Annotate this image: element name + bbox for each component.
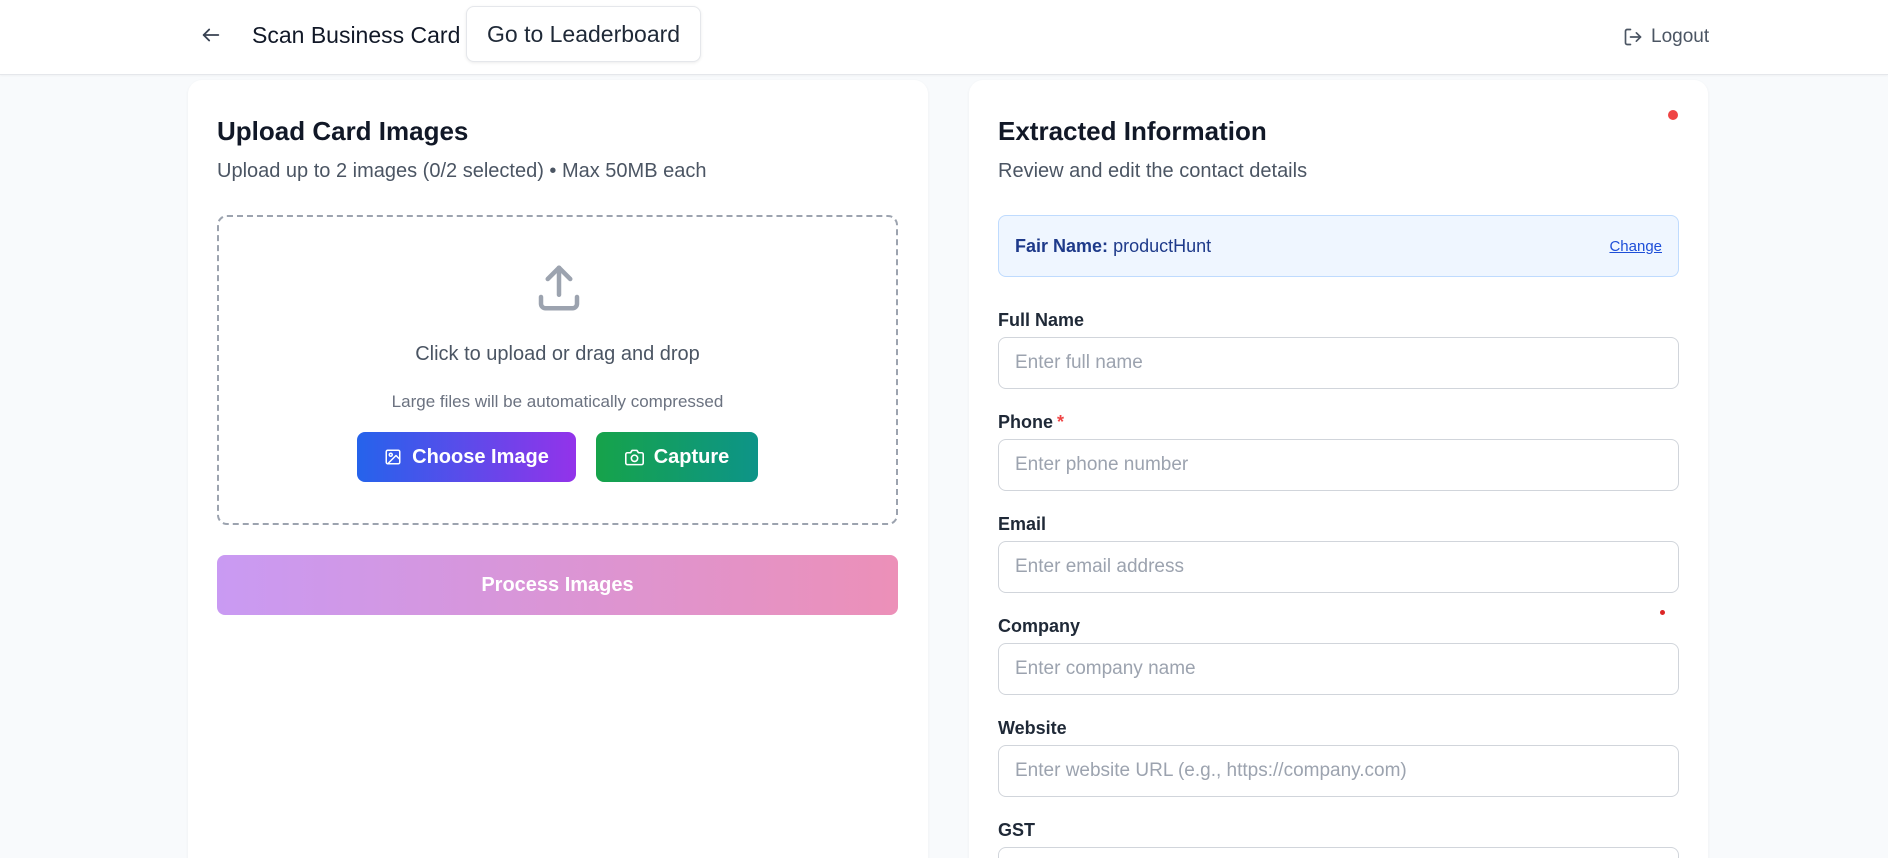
upload-icon: [538, 265, 580, 311]
indicator-dot: [1660, 610, 1665, 615]
dropzone-hint: Large files will be automatically compre…: [391, 392, 724, 411]
change-fair-link[interactable]: Change: [1609, 238, 1662, 255]
fair-name-value: productHunt: [1113, 236, 1212, 256]
phone-label: Phone *: [998, 412, 1064, 433]
website-input[interactable]: [998, 745, 1679, 797]
extracted-card-subtitle: Review and edit the contact details: [998, 160, 1308, 182]
full-name-label: Full Name: [998, 310, 1085, 330]
fair-name-text: Fair Name: productHunt: [1015, 236, 1211, 257]
upload-card-subtitle: Upload up to 2 images (0/2 selected) • M…: [217, 160, 707, 182]
logout-button[interactable]: Logout: [1623, 24, 1709, 50]
choose-image-button[interactable]: Choose Image: [357, 432, 576, 482]
logout-label: Logout: [1651, 26, 1710, 47]
go-to-leaderboard-button[interactable]: Go to Leaderboard: [466, 6, 702, 62]
upload-button-row: Choose Image Capture: [219, 432, 896, 482]
upload-card-title: Upload Card Images: [217, 116, 469, 146]
back-button[interactable]: [196, 20, 226, 50]
company-input[interactable]: [998, 643, 1679, 695]
gst-input[interactable]: [998, 847, 1679, 858]
dropzone-instruction: Click to upload or drag and drop: [415, 343, 700, 365]
full-name-input[interactable]: [998, 337, 1679, 389]
logout-icon: [1624, 28, 1642, 46]
process-images-button[interactable]: Process Images: [217, 555, 898, 615]
extracted-card-title: Extracted Information: [998, 116, 1267, 146]
email-label: Email: [998, 514, 1047, 534]
page-title: Scan Business Card: [252, 22, 461, 48]
fair-name-label: Fair Name:: [1015, 236, 1109, 256]
status-dot: [1668, 110, 1678, 120]
website-label: Website: [998, 718, 1067, 738]
company-label: Company: [998, 616, 1081, 636]
image-icon: [385, 449, 401, 465]
phone-input[interactable]: [998, 439, 1679, 491]
email-input[interactable]: [998, 541, 1679, 593]
phone-label-text: Phone: [998, 412, 1054, 432]
required-mark: *: [1057, 412, 1065, 432]
camera-icon: [624, 449, 644, 465]
capture-button[interactable]: Capture: [596, 432, 758, 482]
top-header: Scan Business Card Go to Leaderboard Log…: [0, 0, 1888, 75]
arrow-left-icon: [202, 28, 220, 42]
upload-dropzone[interactable]: Click to upload or drag and drop Large f…: [217, 215, 898, 525]
fair-name-banner: Fair Name: productHunt Change: [998, 215, 1679, 277]
choose-image-label: Choose Image: [412, 445, 549, 468]
extracted-info-card: Extracted Information Review and edit th…: [969, 80, 1708, 858]
upload-card: Upload Card Images Upload up to 2 images…: [188, 80, 928, 858]
gst-label: GST: [998, 820, 1036, 840]
capture-label: Capture: [653, 445, 730, 468]
